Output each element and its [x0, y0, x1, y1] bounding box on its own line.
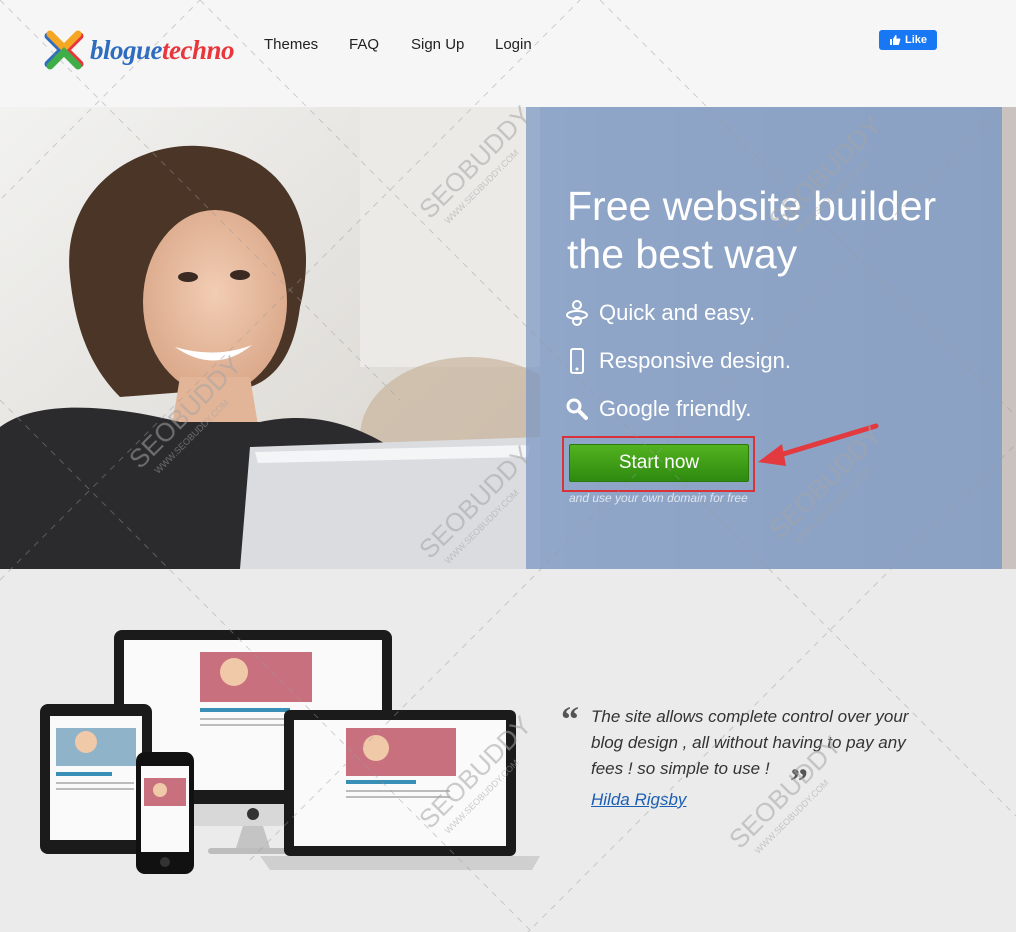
nav-faq[interactable]: FAQ	[349, 36, 379, 53]
start-now-button[interactable]: Start now	[569, 444, 749, 482]
feature-quick-label: Quick and easy.	[599, 300, 756, 325]
feature-responsive-label: Responsive design.	[599, 348, 792, 373]
nav-login[interactable]: Login	[495, 36, 532, 53]
logo-icon	[44, 30, 84, 70]
thumbs-up-icon	[889, 35, 901, 45]
pacifier-icon	[566, 299, 588, 327]
like-label: Like	[904, 34, 927, 46]
site-logo[interactable]: bloguetechno	[42, 28, 235, 72]
quote-close-icon: ”	[790, 761, 808, 801]
testimonial-author-link[interactable]: Hilda Rigsby	[591, 790, 686, 810]
search-icon	[566, 395, 588, 423]
site-header: bloguetechno Themes FAQ Sign Up Login Li…	[0, 0, 1016, 107]
quote-open-icon: “	[561, 699, 579, 739]
feature-responsive: Responsive design.	[566, 347, 791, 375]
responsive-devices-image	[40, 630, 540, 874]
testimonial-text: The site allows complete control over yo…	[591, 707, 909, 778]
logo-text: bloguetechno	[90, 35, 235, 66]
feature-google-label: Google friendly.	[599, 396, 752, 421]
feature-quick: Quick and easy.	[566, 299, 755, 327]
hero-edge	[1002, 107, 1016, 569]
nav-themes[interactable]: Themes	[264, 36, 318, 53]
logo-text-part1: blogue	[90, 35, 163, 65]
hero-photo-woman-laptop	[0, 107, 540, 569]
mobile-icon	[566, 347, 588, 375]
red-arrow-icon	[758, 423, 879, 466]
cta-subtext: and use your own domain for free	[569, 491, 748, 505]
nav-sign-up[interactable]: Sign Up	[411, 36, 464, 53]
hero-section: Free website builder the best way Quick …	[0, 107, 1016, 569]
hero-title-line2: the best way	[567, 231, 798, 277]
facebook-like-button[interactable]: Like	[879, 30, 937, 50]
hero-title-line1: Free website builder	[567, 183, 937, 229]
hero-title: Free website builder the best way	[567, 182, 997, 278]
logo-text-part2: techno	[162, 35, 235, 65]
feature-google: Google friendly.	[566, 395, 751, 423]
